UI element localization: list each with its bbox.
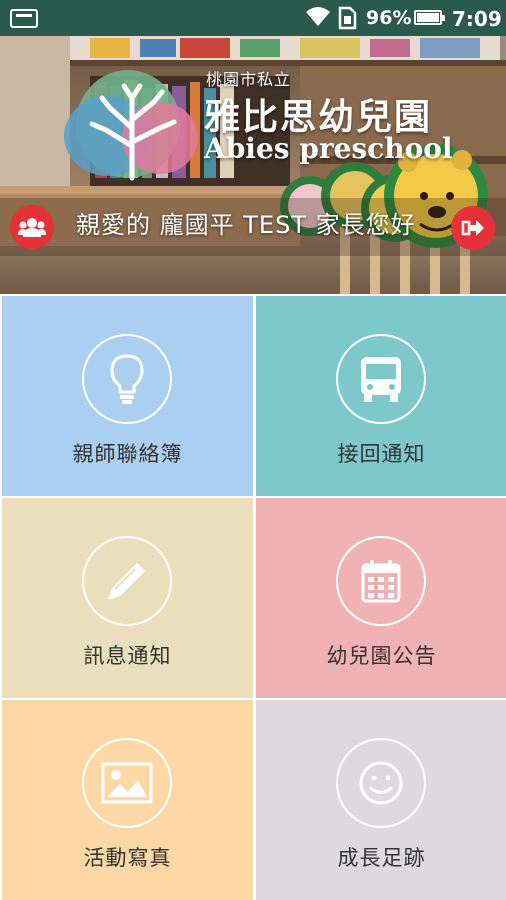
smiley-icon [359,761,403,805]
menu-label: 接回通知 [337,442,426,466]
calendar-icon [361,560,401,603]
menu-label: 活動寫真 [83,846,172,870]
image-icon-ring [82,738,172,828]
menu-tile-announcements[interactable]: 幼兒園公告 [256,498,506,698]
menu-tile-messages[interactable]: 訊息通知 [2,498,253,698]
image-icon [101,762,153,804]
school-logo [64,70,198,181]
pencil-icon-ring [82,536,172,626]
pencil-icon [108,563,145,600]
menu-tile-activity-photos[interactable]: 活動寫真 [2,700,253,900]
menu-tile-contact-book[interactable]: 親師聯絡簿 [2,296,253,496]
menu-label: 訊息通知 [83,644,172,668]
clock: 7:09 [452,7,502,31]
menu-label: 幼兒園公告 [326,644,437,668]
lightbulb-icon [110,354,144,404]
lightbulb-icon-ring [82,334,172,424]
notification-icon [10,9,38,28]
smiley-icon-ring [336,738,426,828]
menu-tile-growth-records[interactable]: 成長足跡 [256,700,506,900]
status-bar: 96% 7:09 [0,0,506,36]
wifi-icon [306,7,330,26]
parents-button[interactable] [10,205,54,249]
sim-icon [338,6,357,30]
bus-icon [361,357,401,402]
menu-label: 親師聯絡簿 [72,442,183,466]
welcome-text: 親愛的 龐國平 TEST 家長您好 [76,211,416,239]
school-name-en: Abies preschool [204,132,453,165]
menu-grid: 親師聯絡簿 接回通知 訊息通知 幼兒園公告 活動寫真 成長足跡 [0,294,506,900]
school-subtitle: 桃園市私立 [206,70,292,89]
battery-percent: 96% [366,7,412,29]
calendar-icon-ring [336,536,426,626]
menu-tile-pickup-notice[interactable]: 接回通知 [256,296,506,496]
menu-label: 成長足跡 [337,846,426,870]
battery-icon [414,10,445,25]
logout-button[interactable] [451,206,495,250]
users-icon [18,218,46,237]
logout-icon [461,220,484,236]
bus-icon-ring [336,334,426,424]
